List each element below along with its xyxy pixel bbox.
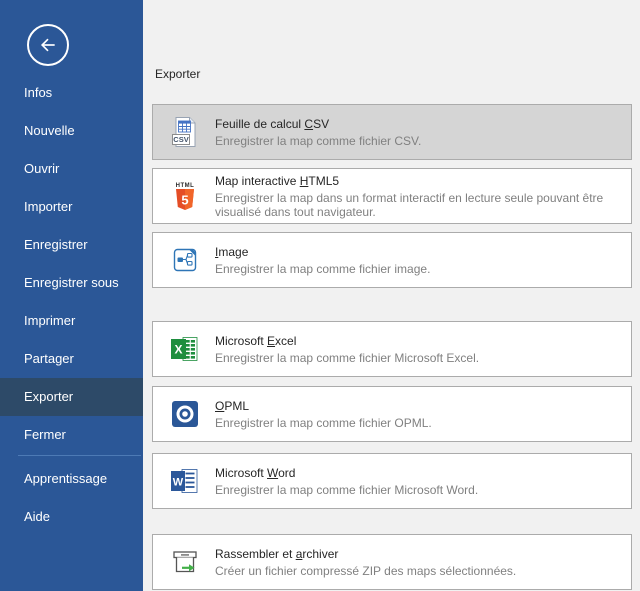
export-card-opml[interactable]: OPML Enregistrer la map comme fichier OP…	[152, 386, 632, 442]
back-arrow-icon	[38, 35, 58, 55]
svg-text:X: X	[174, 343, 182, 357]
export-card-word[interactable]: W Microsoft Word Enregistrer la map comm…	[152, 453, 632, 509]
card-description: Enregistrer la map comme fichier Microso…	[215, 351, 621, 365]
export-card-excel[interactable]: X Microsoft Excel Enregistrer la map com…	[152, 321, 632, 377]
card-texts: Rassembler et archiver Créer un fichier …	[215, 547, 631, 578]
card-description: Enregistrer la map comme fichier OPML.	[215, 416, 621, 430]
card-title: Microsoft Word	[215, 466, 621, 481]
export-panel: Exporter CSV	[143, 0, 640, 591]
card-texts: Map interactive HTML5 Enregistrer la map…	[215, 174, 631, 219]
export-card-archive[interactable]: Rassembler et archiver Créer un fichier …	[152, 534, 632, 590]
card-title: Microsoft Excel	[215, 334, 621, 349]
card-description: Enregistrer la map dans un format intera…	[215, 191, 621, 219]
back-button[interactable]	[27, 24, 69, 66]
card-title: Rassembler et archiver	[215, 547, 621, 562]
sidebar-item-importer[interactable]: Importer	[0, 188, 143, 226]
sidebar-item-infos[interactable]: Infos	[0, 74, 143, 112]
svg-text:CSV: CSV	[173, 135, 188, 144]
sidebar-item-enregistrer[interactable]: Enregistrer	[0, 226, 143, 264]
sidebar-item-enregistrer-sous[interactable]: Enregistrer sous	[0, 264, 143, 302]
archive-zip-icon	[169, 546, 201, 578]
sidebar-item-ouvrir[interactable]: Ouvrir	[0, 150, 143, 188]
card-title: Image	[215, 245, 621, 260]
card-texts: Feuille de calcul CSV Enregistrer la map…	[215, 117, 631, 148]
page-title: Exporter	[155, 67, 640, 81]
card-title: OPML	[215, 399, 621, 414]
image-map-icon	[169, 244, 201, 276]
sidebar-item-exporter[interactable]: Exporter	[0, 378, 143, 416]
card-title: Feuille de calcul CSV	[215, 117, 621, 132]
card-description: Enregistrer la map comme fichier image.	[215, 262, 621, 276]
sidebar-nav: Infos Nouvelle Ouvrir Importer Enregistr…	[0, 74, 143, 536]
export-options-list: CSV Feuille de calcul CSV Enregistrer la…	[152, 104, 640, 590]
export-card-csv[interactable]: CSV Feuille de calcul CSV Enregistrer la…	[152, 104, 632, 160]
svg-text:W: W	[173, 477, 184, 489]
sidebar-divider	[18, 455, 141, 456]
html5-icon: HTML 5	[169, 180, 201, 212]
microsoft-word-icon: W	[169, 465, 201, 497]
card-texts: Microsoft Excel Enregistrer la map comme…	[215, 334, 631, 365]
microsoft-excel-icon: X	[169, 333, 201, 365]
card-description: Créer un fichier compressé ZIP des maps …	[215, 564, 621, 578]
export-card-image[interactable]: Image Enregistrer la map comme fichier i…	[152, 232, 632, 288]
sidebar: Infos Nouvelle Ouvrir Importer Enregistr…	[0, 0, 143, 591]
sidebar-item-imprimer[interactable]: Imprimer	[0, 302, 143, 340]
svg-text:HTML: HTML	[176, 183, 195, 189]
csv-spreadsheet-icon: CSV	[169, 116, 201, 148]
sidebar-item-nouvelle[interactable]: Nouvelle	[0, 112, 143, 150]
sidebar-item-partager[interactable]: Partager	[0, 340, 143, 378]
sidebar-item-apprentissage[interactable]: Apprentissage	[0, 460, 143, 498]
card-texts: Microsoft Word Enregistrer la map comme …	[215, 466, 631, 497]
opml-icon	[169, 398, 201, 430]
card-title: Map interactive HTML5	[215, 174, 621, 189]
export-card-html5[interactable]: HTML 5 Map interactive HTML5 Enregistrer…	[152, 168, 632, 224]
sidebar-item-aide[interactable]: Aide	[0, 498, 143, 536]
card-description: Enregistrer la map comme fichier CSV.	[215, 134, 621, 148]
card-texts: OPML Enregistrer la map comme fichier OP…	[215, 399, 631, 430]
sidebar-item-fermer[interactable]: Fermer	[0, 416, 143, 454]
backstage-view: Infos Nouvelle Ouvrir Importer Enregistr…	[0, 0, 640, 591]
card-texts: Image Enregistrer la map comme fichier i…	[215, 245, 631, 276]
card-description: Enregistrer la map comme fichier Microso…	[215, 483, 621, 497]
svg-text:5: 5	[181, 193, 188, 208]
